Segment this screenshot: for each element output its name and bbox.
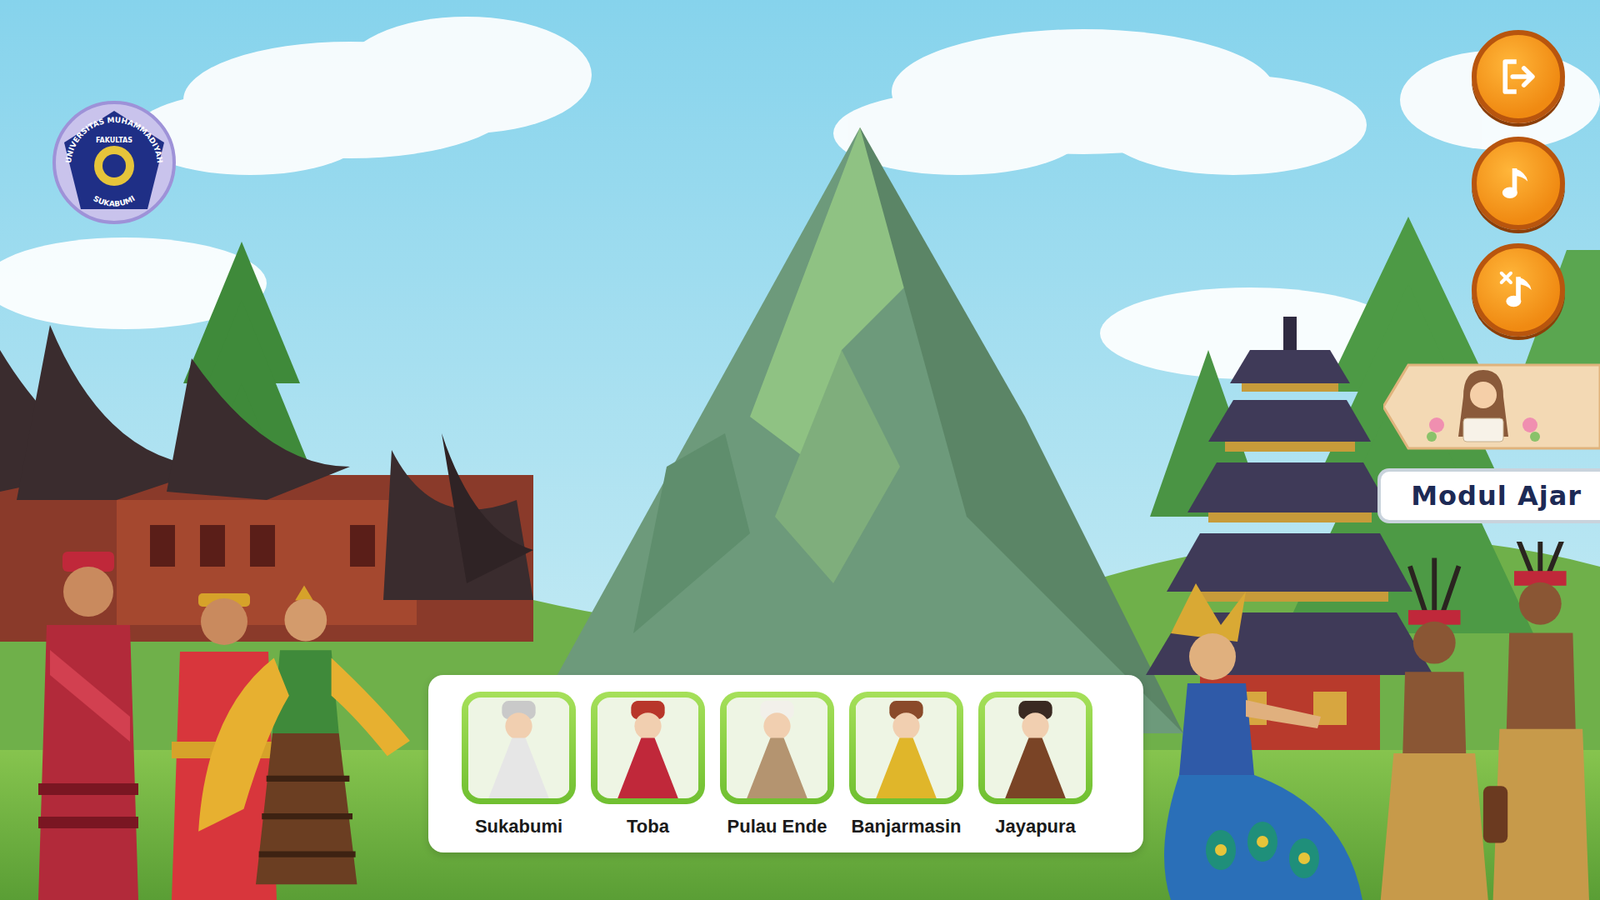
module-label[interactable]: Modul Ajar: [1377, 468, 1600, 524]
region-label[interactable]: Banjarmasin: [850, 815, 961, 838]
mountain: [525, 127, 1184, 734]
music-mute-icon: [1495, 267, 1541, 313]
main-menu: UNIVERSITAS MUHAMMADIYAHFAKULTAS SUKABUMI…: [0, 0, 1600, 900]
svg-text:FAKULTAS: FAKULTAS: [95, 136, 133, 145]
region-photo: [461, 691, 576, 805]
region-card[interactable]: Banjarmasin: [849, 691, 964, 838]
costume-figure-icon: [984, 697, 1087, 799]
costume-figure-icon: [725, 697, 829, 799]
region-photo: [978, 691, 1093, 805]
music-on-button[interactable]: [1471, 136, 1565, 230]
teacher-board-icon: [1383, 360, 1600, 454]
region-label[interactable]: Toba: [626, 815, 670, 838]
region-card[interactable]: Jayapura: [978, 691, 1093, 838]
exit-button[interactable]: [1471, 30, 1565, 124]
region-label[interactable]: Jayapura: [995, 815, 1076, 838]
music-note-icon: [1495, 160, 1541, 206]
exit-door-icon: [1495, 54, 1541, 100]
papua-couple-figure: [1366, 541, 1592, 900]
university-logo: UNIVERSITAS MUHAMMADIYAHFAKULTAS SUKABUMI: [50, 99, 178, 226]
region-card[interactable]: Pulau Ende: [720, 691, 835, 838]
costume-figure-icon: [855, 697, 958, 799]
control-buttons: [1471, 30, 1565, 337]
region-photo: [720, 691, 835, 805]
peacock-dancer-figure: [1120, 575, 1363, 900]
university-emblem-icon: UNIVERSITAS MUHAMMADIYAHFAKULTAS SUKABUMI: [50, 99, 178, 226]
region-label[interactable]: Pulau Ende: [727, 815, 828, 838]
svg-text:SUKABUMI: SUKABUMI: [91, 194, 136, 209]
region-strip: Sukabumi Toba Pulau Ende Banjarmasin Jayapur…: [428, 675, 1144, 853]
svg-text:UNIVERSITAS MUHAMMADIYAH: UNIVERSITAS MUHAMMADIYAH: [64, 115, 165, 164]
region-label[interactable]: Sukabumi: [475, 815, 563, 838]
javanese-dancer-figure: [183, 566, 425, 900]
region-card[interactable]: Toba: [590, 691, 705, 838]
region-photo: [849, 691, 964, 805]
costume-figure-icon: [467, 697, 570, 799]
costume-figure-icon: [596, 697, 700, 799]
music-off-button[interactable]: [1471, 243, 1565, 337]
region-photo: [590, 691, 705, 805]
rumah-gadang: [0, 325, 534, 642]
module-sign[interactable]: Modul Ajar: [1377, 360, 1600, 524]
region-card[interactable]: Sukabumi: [461, 691, 576, 838]
